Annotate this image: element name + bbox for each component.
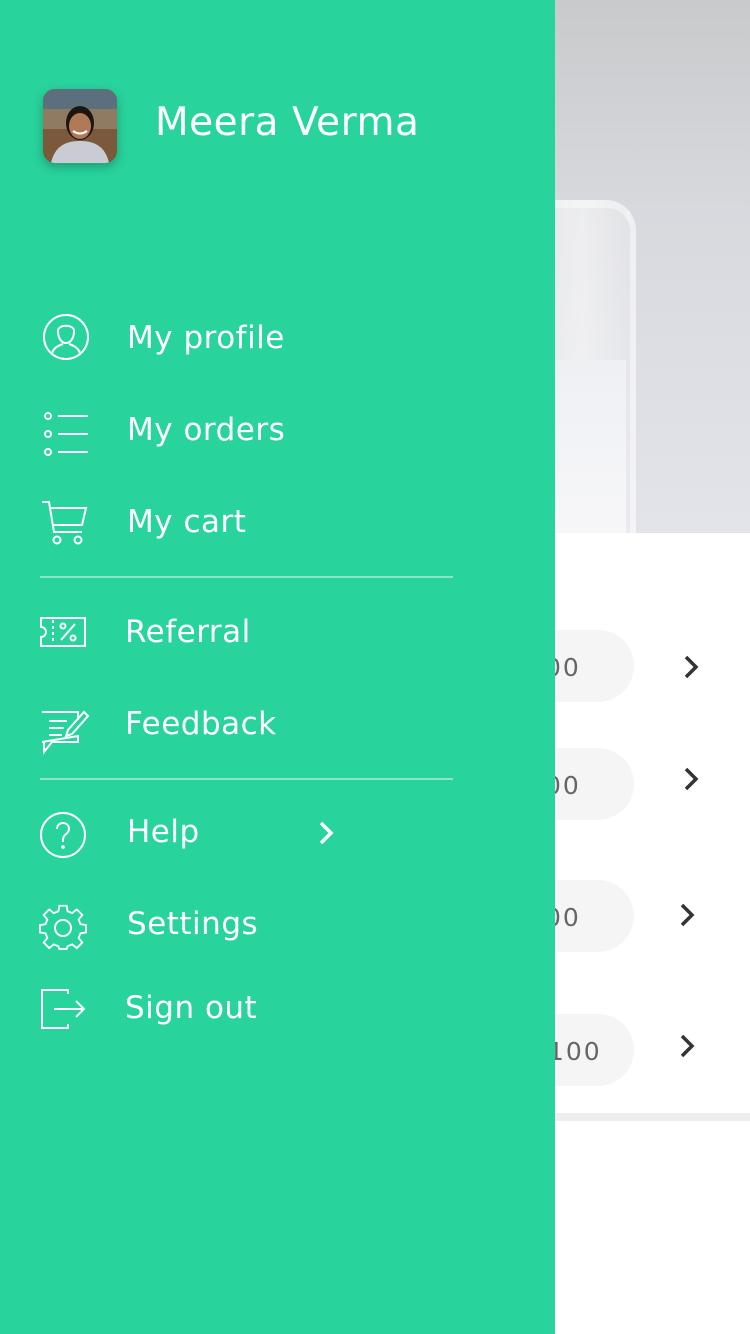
avatar[interactable] bbox=[43, 89, 117, 163]
chevron-right-icon[interactable] bbox=[314, 820, 338, 846]
menu-label: Feedback bbox=[125, 706, 277, 742]
background-row-value: 100 bbox=[548, 1037, 602, 1066]
cart-icon bbox=[42, 501, 88, 545]
menu-divider bbox=[40, 576, 453, 578]
menu-divider bbox=[40, 778, 453, 780]
chevron-right-icon[interactable] bbox=[674, 1033, 700, 1059]
menu-item-sign-out[interactable]: Sign out bbox=[0, 968, 555, 1048]
sign-out-icon bbox=[41, 989, 86, 1029]
menu-item-my-profile[interactable]: My profile bbox=[0, 298, 555, 378]
feedback-icon bbox=[41, 710, 90, 755]
menu-label: Sign out bbox=[125, 990, 258, 1026]
help-icon bbox=[40, 812, 86, 858]
menu-label: Referral bbox=[125, 614, 251, 650]
user-icon bbox=[43, 314, 89, 360]
menu-label: Settings bbox=[127, 906, 259, 942]
chevron-right-icon[interactable] bbox=[678, 766, 704, 792]
menu-item-my-orders[interactable]: My orders bbox=[0, 390, 555, 470]
menu-item-feedback[interactable]: Feedback bbox=[0, 684, 555, 764]
user-photo bbox=[43, 89, 117, 163]
menu-label: Help bbox=[127, 814, 200, 850]
menu-label: My profile bbox=[127, 320, 285, 356]
menu-label: My cart bbox=[127, 504, 247, 540]
menu-item-help[interactable]: Help bbox=[0, 792, 555, 872]
navigation-drawer: Meera Verma My profile My orders My cart bbox=[0, 0, 555, 1334]
chevron-right-icon[interactable] bbox=[678, 654, 704, 680]
gear-icon bbox=[39, 904, 87, 950]
menu-item-my-cart[interactable]: My cart bbox=[0, 482, 555, 562]
menu-item-referral[interactable]: Referral bbox=[0, 592, 555, 672]
chevron-right-icon[interactable] bbox=[674, 902, 700, 928]
list-icon bbox=[44, 412, 88, 456]
coupon-icon bbox=[40, 617, 86, 647]
menu-label: My orders bbox=[127, 412, 286, 448]
user-name: Meera Verma bbox=[155, 100, 420, 145]
menu-item-settings[interactable]: Settings bbox=[0, 884, 555, 964]
